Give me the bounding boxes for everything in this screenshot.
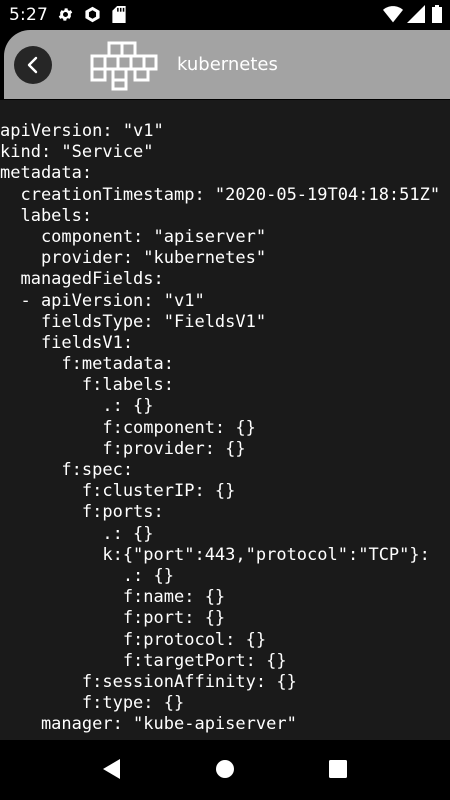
yaml-line: f:clusterIP: {} (0, 481, 236, 502)
yaml-line: f:port: {} (0, 608, 226, 629)
yaml-line: f:metadata: (0, 354, 174, 375)
yaml-line: creationTimestamp: "2020-05-19T04:18:51Z… (0, 184, 441, 205)
wifi-icon (383, 5, 403, 27)
yaml-line: - apiVersion: "v1" (0, 290, 205, 311)
battery-icon (432, 5, 442, 27)
status-bar: 5:27 (0, 0, 450, 30)
yaml-line: f:spec: (0, 460, 134, 480)
yaml-line: f:name: {} (0, 587, 226, 608)
sd-card-icon (112, 6, 126, 27)
cellular-signal-icon (407, 5, 425, 27)
yaml-line: .: {} (0, 565, 174, 586)
back-triangle-icon[interactable] (102, 758, 122, 784)
kubernetes-blocks-logo-icon (90, 41, 158, 95)
yaml-line: fieldsV1: (0, 332, 134, 353)
app-title: kubernetes (177, 54, 278, 75)
chevron-left-icon (27, 56, 38, 74)
yaml-line: f:sessionAffinity: {} (0, 671, 297, 692)
hexagon-app-icon (84, 6, 101, 27)
yaml-line: k:{"port":443,"protocol":"TCP"}: (0, 544, 430, 565)
yaml-line: f:labels: (0, 375, 174, 396)
yaml-line: provider: "kubernetes" (0, 248, 267, 269)
yaml-line: .: {} (0, 523, 154, 544)
yaml-line: f:ports: (0, 502, 164, 523)
recents-square-icon[interactable] (328, 758, 348, 784)
yaml-line: apiVersion: "v1" (0, 121, 164, 141)
yaml-line: f:type: {} (0, 693, 185, 714)
back-button[interactable] (14, 46, 52, 84)
yaml-line: f:targetPort: {} (0, 650, 287, 671)
yaml-line: labels: (0, 205, 93, 226)
yaml-line: managedFields: (0, 269, 164, 290)
home-circle-icon[interactable] (215, 758, 235, 784)
yaml-line: component: "apiserver" (0, 226, 267, 247)
yaml-line: fieldsType: "FieldsV1" (0, 311, 267, 332)
yaml-line: .: {} (0, 396, 154, 417)
yaml-line: manager: "kube-apiserver" (0, 714, 297, 735)
navigation-bar (0, 740, 450, 800)
yaml-code-block: apiVersion: "v1" kind: "Service" metadata:… (0, 121, 440, 735)
yaml-line: f:protocol: {} (0, 629, 267, 650)
yaml-viewer[interactable]: apiVersion: "v1" kind: "Service" metadata:… (0, 100, 450, 740)
app-bar: kubernetes (4, 30, 450, 99)
yaml-line: f:component: {} (0, 417, 256, 438)
yaml-line: f:provider: {} (0, 438, 246, 459)
yaml-line: metadata: (0, 163, 93, 184)
gear-icon (57, 6, 74, 27)
yaml-line: kind: "Service" (0, 142, 154, 163)
status-time: 5:27 (9, 5, 48, 25)
